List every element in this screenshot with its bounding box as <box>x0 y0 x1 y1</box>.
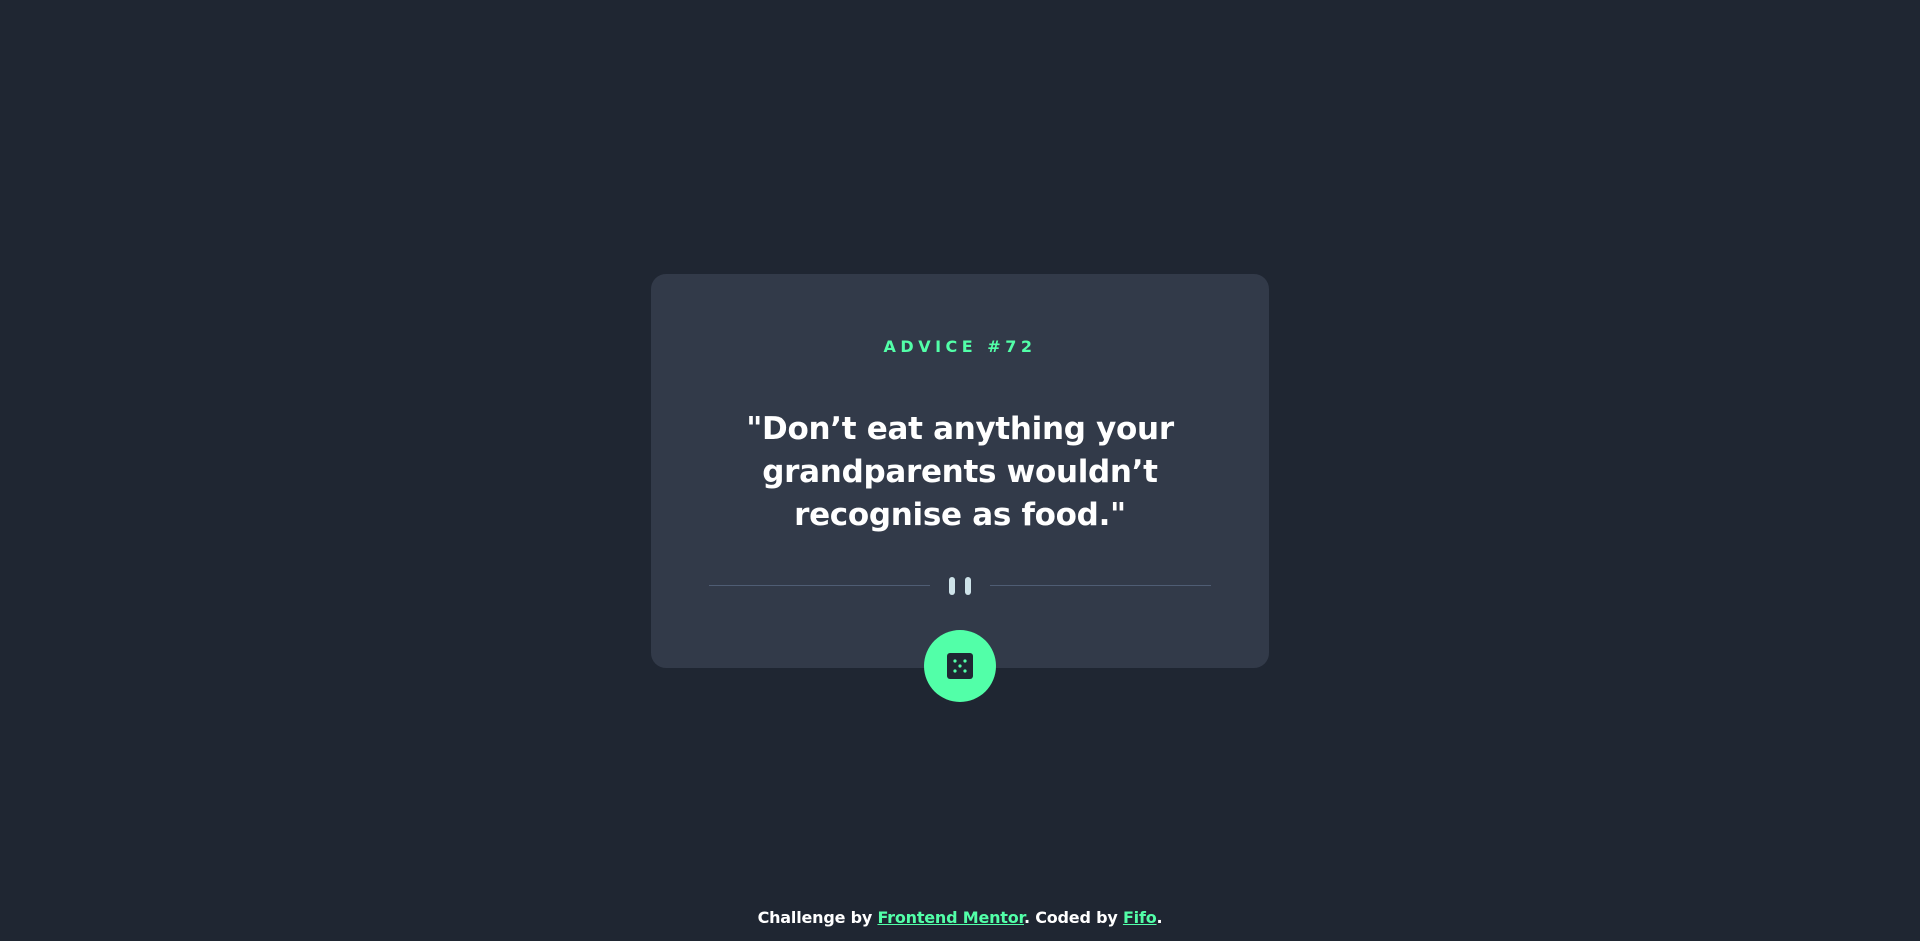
frontend-mentor-link[interactable]: Frontend Mentor <box>877 908 1024 927</box>
advice-label: Advice # <box>883 337 1006 356</box>
attribution-footer: Challenge by Frontend Mentor. Coded by F… <box>0 908 1920 927</box>
footer-middle: . Coded by <box>1023 908 1123 927</box>
advice-number: 72 <box>1005 337 1037 356</box>
footer-suffix: . <box>1156 908 1163 927</box>
author-link[interactable]: Fifo <box>1123 908 1157 927</box>
advice-id-heading: Advice #72 <box>651 337 1269 356</box>
pattern-divider <box>709 576 1211 596</box>
pause-icon <box>949 576 971 596</box>
footer-prefix: Challenge by <box>757 908 878 927</box>
generate-advice-button[interactable] <box>924 630 996 702</box>
page: Advice #72 "Don’t eat anything your gran… <box>0 0 1920 941</box>
dice-icon <box>947 653 973 679</box>
divider-line-right <box>990 585 1211 586</box>
divider-line-left <box>709 585 930 586</box>
advice-card: Advice #72 "Don’t eat anything your gran… <box>651 274 1269 702</box>
advice-quote: "Don’t eat anything your grandparents wo… <box>746 411 1174 533</box>
